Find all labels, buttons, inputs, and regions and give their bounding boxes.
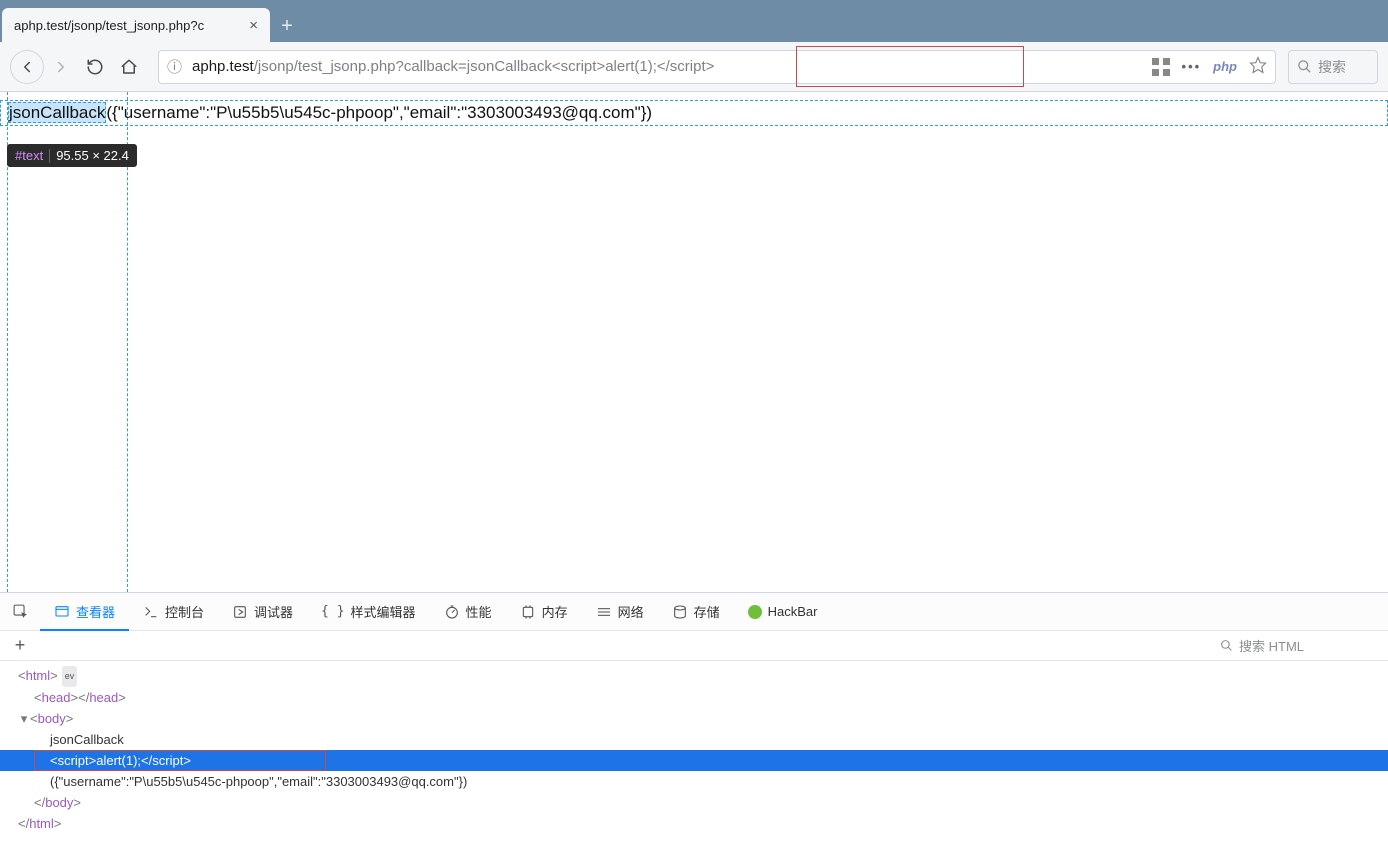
dom-html-close[interactable]: </html> (0, 813, 1388, 834)
titlebar: aphp.test/jsonp/test_jsonp.php?c × + (0, 0, 1388, 42)
dom-head[interactable]: <head></head> (0, 687, 1388, 708)
devtools-search-placeholder: 搜索 HTML (1239, 636, 1304, 655)
devtools-tabs: 查看器 控制台 调试器 { } 样式编辑器 性能 内存 网络 存储 (0, 593, 1388, 631)
add-node-button[interactable]: + (8, 635, 32, 656)
dom-text-node-2[interactable]: ({"username":"P\u55b5\u545c-phpoop","ema… (0, 771, 1388, 792)
url-domain: aphp.test (192, 58, 254, 75)
tab-inspector[interactable]: 查看器 (40, 593, 129, 631)
new-tab-button[interactable]: + (270, 10, 304, 42)
dom-body-close[interactable]: </body> (0, 792, 1388, 813)
element-picker-button[interactable] (0, 603, 40, 620)
tab-performance[interactable]: 性能 (430, 593, 506, 631)
event-badge[interactable]: ev (62, 666, 78, 687)
page-content: jsonCallback({"username":"P\u55b5\u545c-… (0, 92, 1388, 592)
forward-button[interactable] (44, 50, 78, 84)
inspector-guide-right (127, 92, 128, 592)
tooltip-dimensions: 95.55 × 22.4 (56, 148, 129, 163)
reload-button[interactable] (78, 50, 112, 84)
qr-icon[interactable] (1152, 58, 1170, 76)
url-path: /jsonp/test_jsonp.php?callback=jsonCallb… (254, 58, 552, 75)
page-body-json: ({"username":"P\u55b5\u545c-phpoop","ema… (106, 103, 652, 122)
tab-debugger[interactable]: 调试器 (218, 593, 307, 631)
hackbar-icon (748, 605, 762, 619)
search-placeholder: 搜索 (1318, 57, 1346, 77)
more-actions-icon[interactable]: ••• (1182, 59, 1202, 74)
tab-console[interactable]: 控制台 (129, 593, 218, 631)
tab-memory[interactable]: 内存 (506, 593, 582, 631)
tab-title: aphp.test/jsonp/test_jsonp.php?c (14, 18, 245, 33)
twisty-icon[interactable]: ▾ (18, 708, 30, 729)
browser-tab[interactable]: aphp.test/jsonp/test_jsonp.php?c × (2, 8, 270, 42)
highlighted-callback-text: jsonCallback (8, 102, 106, 123)
tab-network[interactable]: 网络 (582, 593, 658, 631)
tab-hackbar[interactable]: HackBar (734, 593, 832, 631)
page-body-text: jsonCallback({"username":"P\u55b5\u545c-… (8, 100, 652, 126)
url-bar[interactable]: ⓘ aphp.test/jsonp/test_jsonp.php?callbac… (158, 50, 1276, 84)
dom-html-open[interactable]: <html>ev (0, 665, 1388, 687)
php-badge: php (1213, 59, 1237, 74)
devtools-toolbar: + 搜索 HTML (0, 631, 1388, 661)
navbar: ⓘ aphp.test/jsonp/test_jsonp.php?callbac… (0, 42, 1388, 92)
close-tab-icon[interactable]: × (245, 17, 262, 34)
devtools-html-search[interactable]: 搜索 HTML (1220, 636, 1380, 655)
info-icon[interactable]: ⓘ (167, 56, 182, 77)
inspector-tooltip: #text 95.55 × 22.4 (7, 144, 137, 167)
dom-text-node-1[interactable]: jsonCallback (0, 729, 1388, 750)
dom-tree[interactable]: <html>ev <head></head> ▾<body> jsonCallb… (0, 661, 1388, 838)
dom-body-open[interactable]: ▾<body> (0, 708, 1388, 729)
back-button[interactable] (10, 50, 44, 84)
home-button[interactable] (112, 50, 146, 84)
tab-storage[interactable]: 存储 (658, 593, 734, 631)
url-action-icons: ••• php (1152, 56, 1267, 77)
tooltip-node-type: #text (15, 148, 43, 163)
devtools: 查看器 控制台 调试器 { } 样式编辑器 性能 内存 网络 存储 (0, 592, 1388, 838)
url-script-part: <script>alert(1);</script> (552, 58, 715, 75)
inspector-guide-left (7, 92, 8, 592)
dom-script-node[interactable]: <script>alert(1);</script> (0, 750, 1388, 771)
bookmark-star-icon[interactable] (1249, 56, 1267, 77)
search-box[interactable]: 搜索 (1288, 50, 1378, 84)
tab-style-editor[interactable]: { } 样式编辑器 (307, 593, 430, 631)
